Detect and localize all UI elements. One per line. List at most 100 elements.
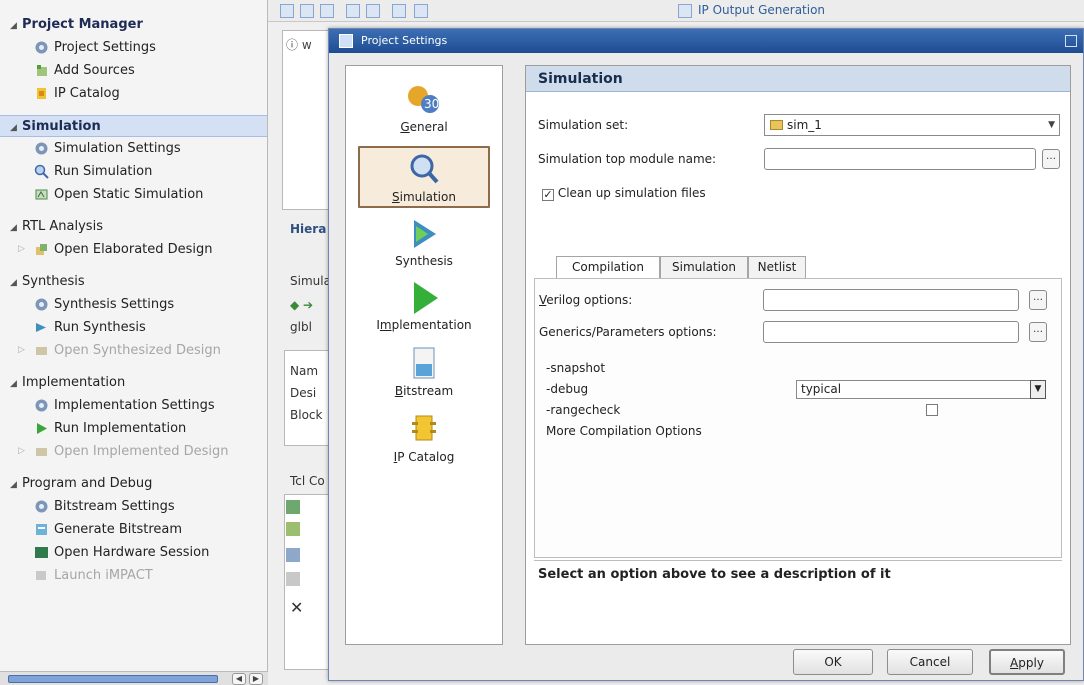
design-label: Desi — [290, 386, 317, 400]
properties-icon[interactable] — [392, 4, 406, 18]
verilog-options-input[interactable] — [763, 289, 1019, 311]
category-simulation[interactable]: Simulation — [358, 146, 490, 208]
run-synthesis-icon — [34, 320, 49, 335]
simulation-set-dropdown[interactable]: sim_1 ▼ — [764, 114, 1060, 136]
tab-compilation[interactable]: Compilation — [556, 256, 660, 279]
zoom-icon[interactable] — [678, 4, 692, 18]
hierarchy-tab[interactable]: Hiera — [290, 222, 326, 236]
options-icon[interactable] — [414, 4, 428, 18]
nav-item-open-hardware-session[interactable]: Open Hardware Session — [0, 541, 267, 564]
option-description-panel: Select an option above to see a descript… — [534, 560, 1062, 640]
nav-item-project-settings[interactable]: Project Settings — [0, 36, 267, 59]
generics-options-input[interactable] — [763, 321, 1019, 343]
nav-item-add-sources[interactable]: Add Sources — [0, 59, 267, 82]
pane-header: Simulation — [526, 66, 1070, 92]
nav-item-simulation-settings[interactable]: Simulation Settings — [0, 137, 267, 160]
nav-item-bitstream-settings[interactable]: Bitstream Settings — [0, 495, 267, 518]
tcl-tool-icon[interactable] — [286, 522, 300, 536]
tcl-tool-icon[interactable] — [286, 572, 300, 586]
apply-button[interactable]: Apply — [989, 649, 1065, 675]
option-row-more-compilation-options[interactable]: More Compilation Options — [538, 421, 1058, 442]
hierarchy-icon[interactable] — [346, 4, 360, 18]
category-label: Simulation — [392, 190, 456, 204]
rangecheck-checkbox[interactable] — [926, 404, 938, 416]
nav-section-implementation[interactable]: ◢ Implementation — [0, 372, 267, 394]
nav-section-project-manager[interactable]: ◢ Project Manager — [0, 14, 267, 36]
impact-icon — [34, 568, 49, 583]
tab-simulation[interactable]: Simulation — [660, 256, 748, 278]
gear-icon — [34, 141, 49, 156]
nav-section-program-and-debug[interactable]: ◢ Program and Debug — [0, 473, 267, 495]
nav-item-run-implementation[interactable]: Run Implementation — [0, 417, 267, 440]
glbl-item[interactable]: glbl — [290, 320, 312, 334]
nav-item-launch-impact[interactable]: Launch iMPACT — [0, 564, 267, 587]
search-icon[interactable] — [280, 4, 294, 18]
top-module-input[interactable] — [764, 148, 1036, 170]
collapse-caret-icon[interactable]: ◢ — [10, 15, 22, 37]
nav-item-synthesis-settings[interactable]: Synthesis Settings — [0, 293, 267, 316]
collapse-caret-icon[interactable]: ◢ — [10, 373, 22, 395]
chevron-down-icon[interactable]: ▼ — [1030, 380, 1046, 399]
verilog-options-browse-button[interactable]: … — [1029, 290, 1047, 310]
close-icon[interactable]: ✕ — [290, 598, 303, 617]
nav-item-open-elaborated-design[interactable]: ▷ Open Elaborated Design — [0, 238, 267, 261]
option-row-rangecheck[interactable]: -rangecheck — [538, 400, 1058, 421]
expand-all-icon[interactable] — [320, 4, 334, 18]
category-synthesis[interactable]: Synthesis — [358, 216, 490, 268]
browse-top-module-button[interactable]: … — [1042, 149, 1060, 169]
tcl-console-tab[interactable]: Tcl Co — [290, 474, 325, 488]
option-row-snapshot[interactable]: -snapshot — [538, 358, 1058, 379]
nav-item-generate-bitstream[interactable]: Generate Bitstream — [0, 518, 267, 541]
nav-arrows-icon[interactable]: ◆ ➔ — [290, 298, 313, 312]
debug-value-dropdown[interactable]: typical ▼ — [796, 380, 1046, 399]
tab-netlist[interactable]: Netlist — [748, 256, 806, 278]
tcl-tool-icon[interactable] — [286, 548, 300, 562]
bitstream-icon — [34, 522, 49, 537]
expand-caret-icon[interactable]: ▷ — [18, 339, 25, 362]
sim-set-value: sim_1 — [787, 118, 822, 132]
category-implementation[interactable]: Implementation — [358, 280, 490, 332]
cleanup-checkbox[interactable]: ✓ — [542, 189, 554, 201]
collapse-all-icon[interactable] — [300, 4, 314, 18]
collapse-caret-icon[interactable]: ◢ — [10, 474, 22, 496]
tcl-tool-icon[interactable] — [286, 500, 300, 514]
collapse-caret-icon[interactable]: ◢ — [10, 117, 22, 139]
category-bitstream[interactable]: Bitstream — [358, 346, 490, 398]
nav-item-open-static-simulation[interactable]: Open Static Simulation — [0, 183, 267, 206]
nav-item-open-synthesized-design[interactable]: ▷ Open Synthesized Design — [0, 339, 267, 362]
category-label: IP Catalog — [393, 450, 455, 464]
scrollbar-thumb[interactable] — [8, 675, 218, 683]
magnifier-icon — [34, 164, 49, 179]
gear-icon — [34, 398, 49, 413]
expand-caret-icon[interactable]: ▷ — [18, 238, 25, 261]
nav-item-run-simulation[interactable]: Run Simulation — [0, 160, 267, 183]
nav-item-run-synthesis[interactable]: Run Synthesis — [0, 316, 267, 339]
category-general[interactable]: 30 General — [358, 82, 490, 134]
nav-section-simulation[interactable]: ◢ Simulation — [0, 115, 267, 137]
nav-item-open-implemented-design[interactable]: ▷ Open Implemented Design — [0, 440, 267, 463]
ok-button[interactable]: OK — [793, 649, 873, 675]
scroll-left-button[interactable]: ◀ — [232, 673, 246, 685]
nav-section-synthesis[interactable]: ◢ Synthesis — [0, 271, 267, 293]
play-icon — [34, 421, 49, 436]
generics-options-browse-button[interactable]: … — [1029, 322, 1047, 342]
navigator-horizontal-scrollbar[interactable]: ◀ ▶ — [0, 671, 268, 685]
option-row-debug[interactable]: -debug typical ▼ — [538, 379, 1058, 400]
add-icon[interactable] — [366, 4, 380, 18]
collapse-caret-icon[interactable]: ◢ — [10, 272, 22, 294]
nav-item-ip-catalog[interactable]: IP Catalog — [0, 82, 267, 105]
expand-caret-icon[interactable]: ▷ — [18, 440, 25, 463]
maximize-icon[interactable] — [1065, 35, 1077, 47]
collapse-caret-icon[interactable]: ◢ — [10, 217, 22, 239]
category-ip-catalog[interactable]: IP Catalog — [358, 412, 490, 464]
category-label: Synthesis — [395, 254, 453, 268]
nav-item-implementation-settings[interactable]: Implementation Settings — [0, 394, 267, 417]
compilation-options-table: -snapshot -debug typical ▼ -rangecheck Mo… — [538, 358, 1058, 442]
ip-output-generation-link[interactable]: IP Output Generation — [698, 3, 825, 17]
cancel-button[interactable]: Cancel — [887, 649, 973, 675]
scroll-right-button[interactable]: ▶ — [249, 673, 263, 685]
cleanup-row[interactable]: ✓ Clean up simulation files — [542, 186, 706, 201]
sim-set-label: Simulation set: — [538, 118, 629, 132]
dialog-title-bar[interactable]: Project Settings — [329, 29, 1083, 53]
nav-section-rtl-analysis[interactable]: ◢ RTL Analysis — [0, 216, 267, 238]
